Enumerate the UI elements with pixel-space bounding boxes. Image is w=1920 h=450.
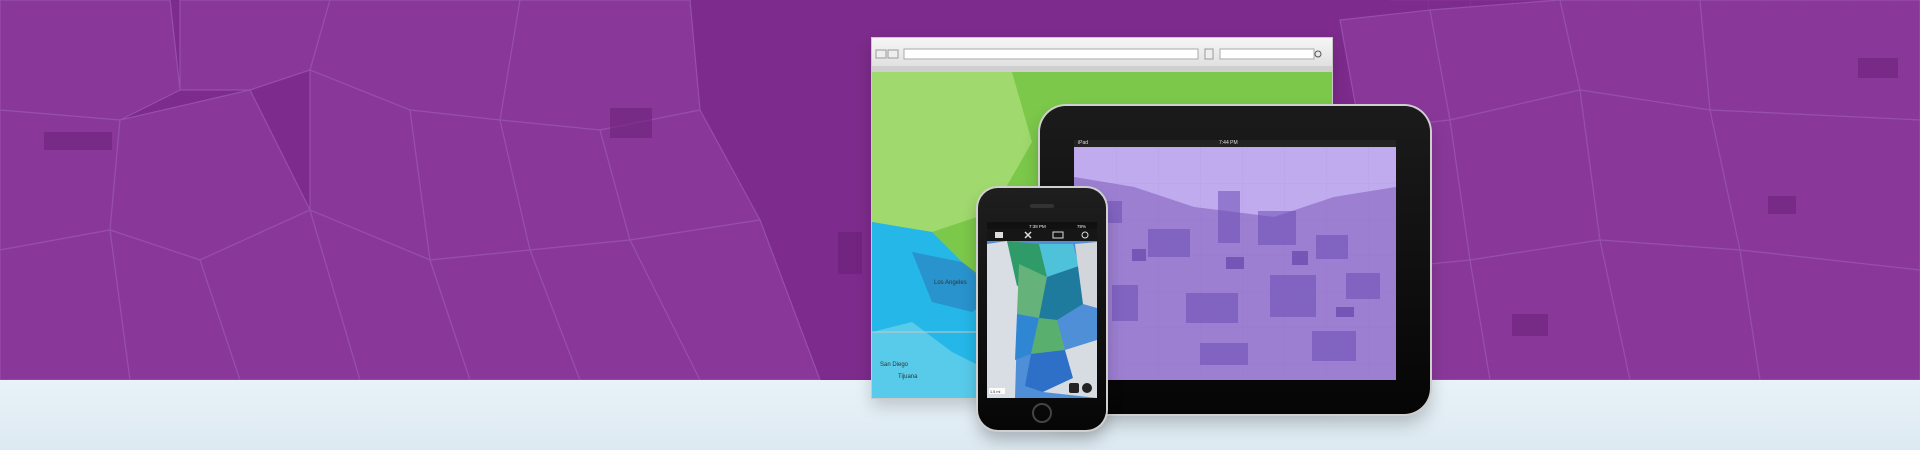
browser-forward-icon[interactable] <box>887 49 899 59</box>
locate-icon[interactable] <box>1069 383 1079 393</box>
tablet-status-bar: iPad 7:44 PM <box>1074 140 1396 147</box>
map-label-tijuana: Tijuana <box>898 374 918 380</box>
info-icon[interactable] <box>1082 383 1092 393</box>
address-bar[interactable] <box>903 48 1199 60</box>
map-label-los-angeles: Los Angeles <box>934 280 967 286</box>
browser-search-icon[interactable] <box>1314 50 1322 58</box>
map-scale-label: 1.5 mi <box>990 390 1000 394</box>
tablet-screen: iPad 7:44 PM <box>1074 140 1396 380</box>
search-field[interactable] <box>1219 48 1315 60</box>
tablet-map <box>1074 147 1396 380</box>
browser-back-icon[interactable] <box>875 49 887 59</box>
hero-banner: Los Angeles San Diego Tijuana iPad 7:44 … <box>0 0 1920 450</box>
phone-home-button[interactable] <box>1032 403 1052 423</box>
browser-toolbar <box>872 38 1332 73</box>
phone-screen: 7:38 PM 78% 1.5 mi <box>987 222 1097 398</box>
phone-map: 7:38 PM 78% 1.5 mi <box>987 222 1097 398</box>
map-label-san-diego: San Diego <box>880 362 909 368</box>
phone-status-time: 7:38 PM <box>1029 224 1046 229</box>
tablet-status-left: iPad <box>1078 140 1089 146</box>
map-layers-icon[interactable] <box>995 232 1003 238</box>
smartphone-device: 7:38 PM 78% 1.5 mi <box>978 188 1106 430</box>
phone-speaker <box>1030 204 1054 208</box>
tablet-status-time: 7:44 PM <box>1219 140 1238 146</box>
phone-status-battery: 78% <box>1077 224 1086 229</box>
browser-refresh-icon[interactable] <box>1204 48 1214 60</box>
